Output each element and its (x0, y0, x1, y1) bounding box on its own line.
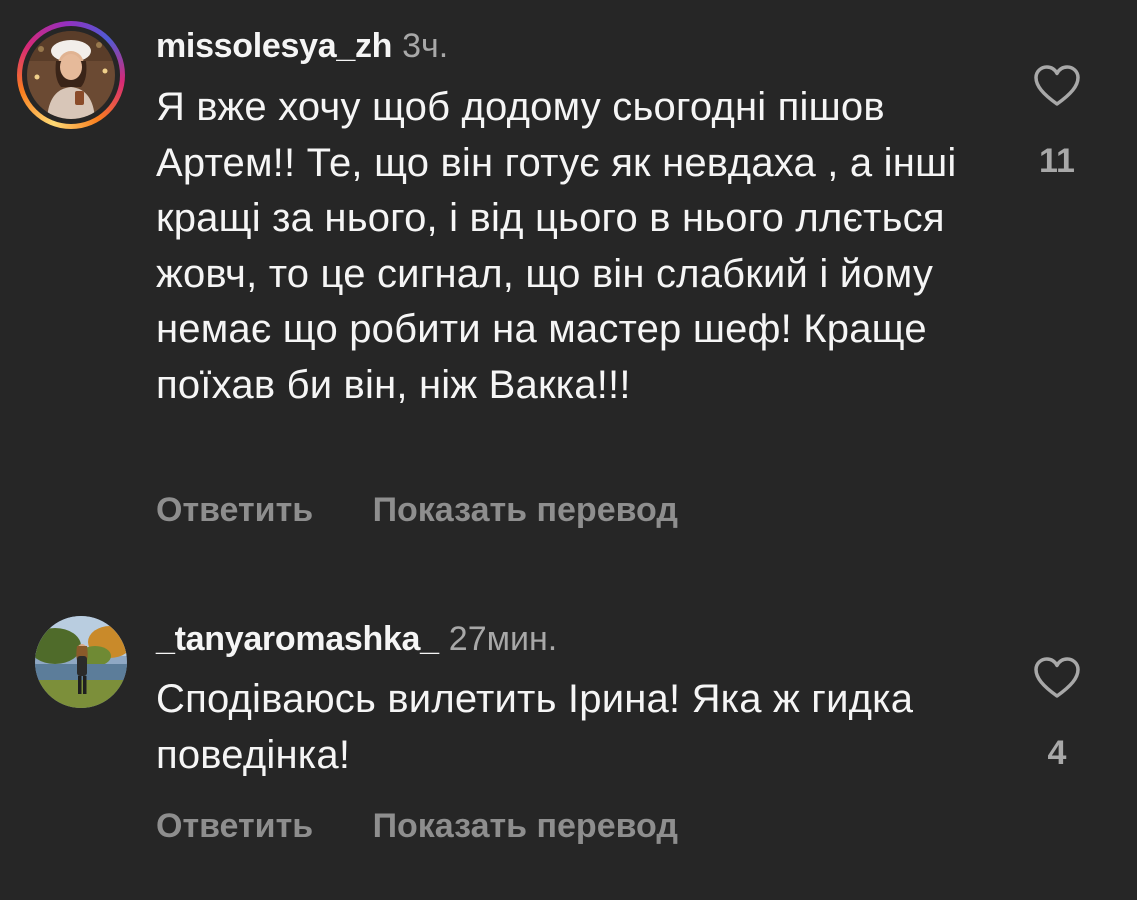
like-control: 4 (1028, 656, 1086, 773)
timestamp: 27мин. (448, 620, 558, 658)
like-count: 4 (1047, 734, 1067, 772)
comment-header: _tanyaromashka_ 27мин. (156, 619, 557, 659)
show-translation-button[interactable]: Показать перевод (373, 490, 678, 530)
username[interactable]: missolesya_zh (156, 27, 392, 65)
like-control: 11 (1028, 64, 1086, 181)
comment-text: Я вже хочу щоб додому сьогодні пішов Арт… (156, 85, 957, 407)
show-translation-button[interactable]: Показать перевод (373, 806, 678, 846)
comment-item: missolesya_zh 3ч. Я вже хочу щоб додому с… (0, 0, 1137, 560)
reply-button[interactable]: Ответить (156, 490, 313, 530)
heart-outline-icon[interactable] (1033, 64, 1081, 108)
comment-actions: Ответить Показать перевод (156, 806, 678, 846)
comment-item: _tanyaromashka_ 27мин. Сподіваюсь вилетит… (0, 600, 1137, 900)
reply-button[interactable]: Ответить (156, 806, 313, 846)
like-count: 11 (1039, 142, 1075, 180)
comment-text: Сподіваюсь вилетить Ірина! Яка ж гидка п… (156, 677, 914, 777)
username[interactable]: _tanyaromashka_ (156, 620, 439, 658)
avatar[interactable] (27, 31, 115, 119)
heart-outline-icon[interactable] (1033, 656, 1081, 700)
comment-actions: Ответить Показать перевод (156, 490, 678, 530)
timestamp: 3ч. (402, 27, 449, 65)
comment-header: missolesya_zh 3ч. (156, 26, 448, 66)
avatar-story-ring[interactable] (17, 21, 125, 129)
